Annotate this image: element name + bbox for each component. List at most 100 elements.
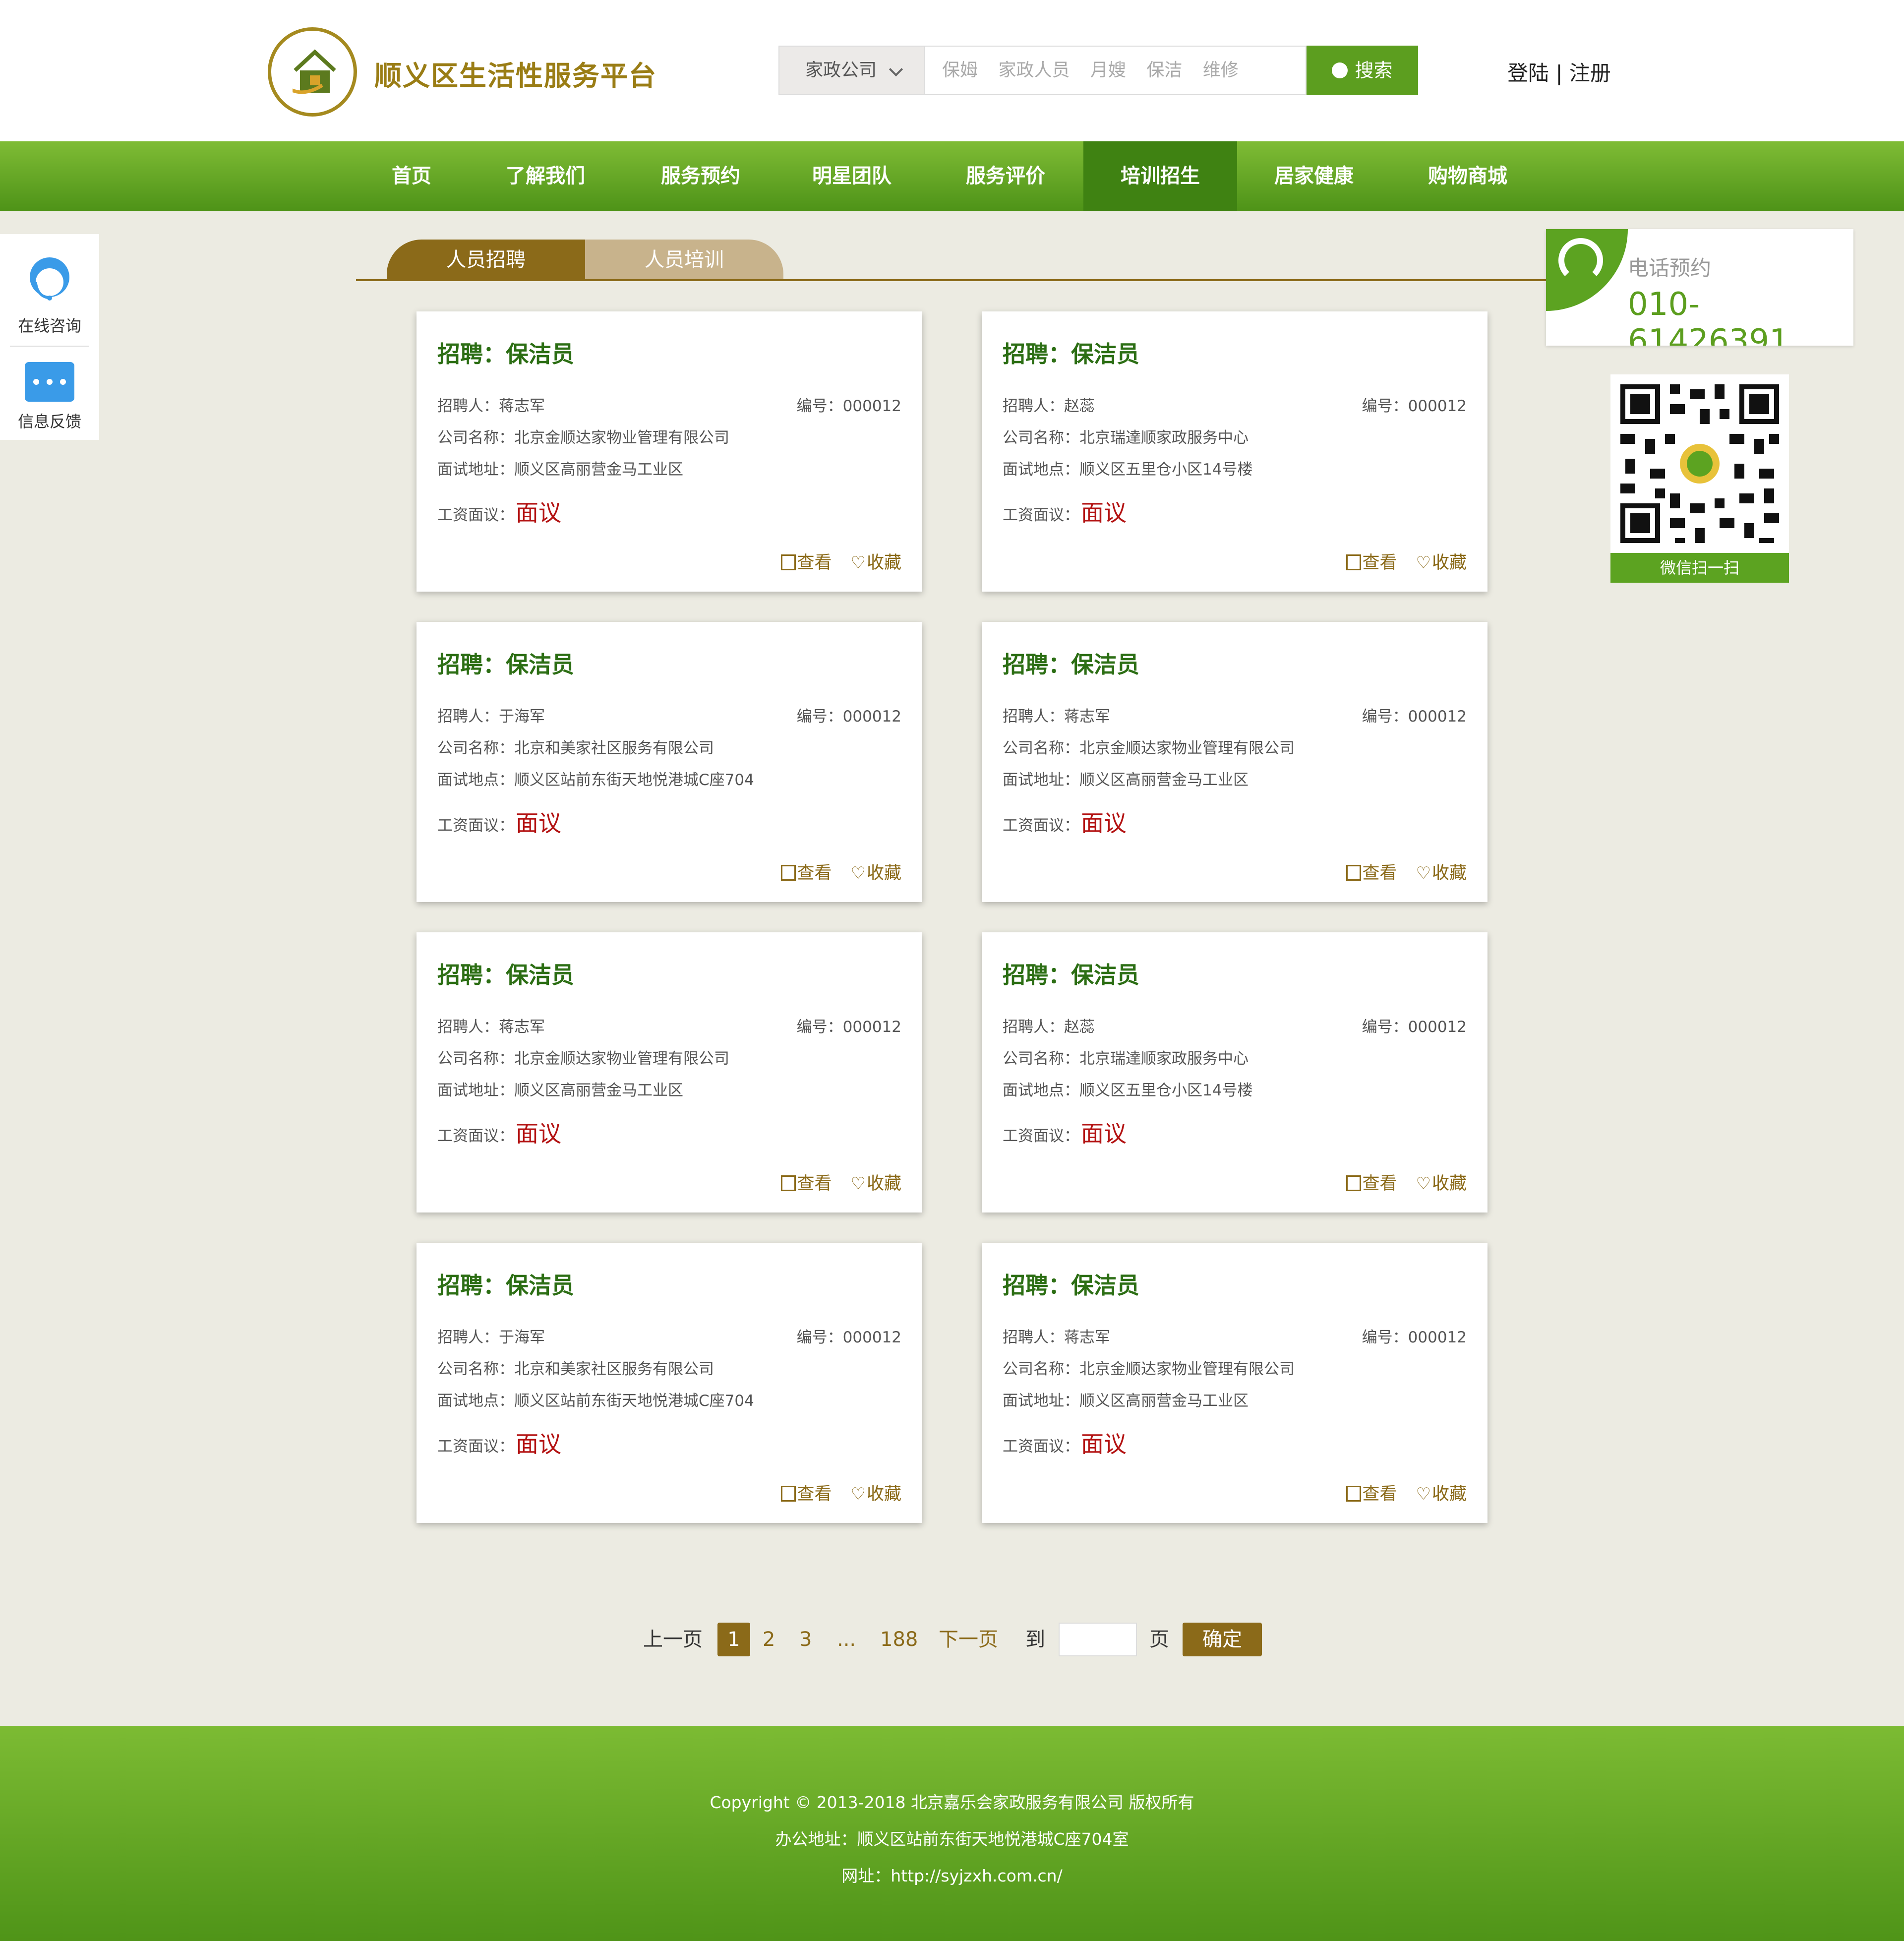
view-button[interactable]: 查看	[781, 1174, 832, 1194]
favorite-button[interactable]: ♡收藏	[851, 1174, 902, 1194]
job-card[interactable]: 招聘：保洁员 招聘人：赵蕊 编号：000012 公司名称：北京瑞達顺家政服务中心 面试地…	[982, 311, 1488, 592]
favorite-button[interactable]: ♡收藏	[851, 553, 902, 573]
job-card[interactable]: 招聘：保洁员 招聘人：于海军 编号：000012 公司名称：北京和美家社区服务有限公司…	[416, 1243, 922, 1523]
tab-training[interactable]: 人员培训	[585, 240, 783, 280]
address-row: 面试地址：顺义区高丽营金马工业区	[437, 1078, 683, 1100]
favorite-button[interactable]: ♡收藏	[1416, 1484, 1467, 1504]
address-value: 顺义区高丽营金马工业区	[1079, 1392, 1249, 1410]
search-input[interactable]: 保姆 家政人员 月嫂 保洁 维修	[925, 46, 1307, 95]
document-icon	[1346, 1486, 1362, 1502]
card-actions: 查看 ♡收藏	[1327, 548, 1467, 574]
job-title[interactable]: 招聘：保洁员	[1003, 647, 1139, 679]
favorite-button[interactable]: ♡收藏	[1416, 1174, 1467, 1194]
address-label: 面试地点：	[1003, 1082, 1079, 1099]
page-1-button[interactable]: 1	[717, 1623, 750, 1656]
qr-code-icon	[1610, 374, 1789, 553]
job-card[interactable]: 招聘：保洁员 招聘人：赵蕊 编号：000012 公司名称：北京瑞達顺家政服务中心 面试地…	[982, 932, 1488, 1213]
page-188-button[interactable]: 188	[880, 1623, 918, 1656]
prev-page-button[interactable]: 上一页	[643, 1623, 703, 1656]
page-3-button[interactable]: 3	[799, 1623, 812, 1656]
nav-item-home[interactable]: 首页	[335, 141, 488, 211]
view-button[interactable]: 查看	[781, 863, 832, 883]
number-value: 000012	[1408, 397, 1467, 415]
recruiter-label: 招聘人：	[437, 1329, 499, 1346]
job-card[interactable]: 招聘：保洁员 招聘人：于海军 编号：000012 公司名称：北京和美家社区服务有限公司…	[416, 622, 922, 902]
number-label: 编号：	[796, 397, 843, 415]
favorite-label: 收藏	[1431, 553, 1467, 573]
salary-value: 面议	[516, 1431, 561, 1457]
nav-item-training[interactable]: 培训招生	[1083, 141, 1237, 211]
login-register-link[interactable]: 登陆 | 注册	[1507, 57, 1611, 87]
favorite-button[interactable]: ♡收藏	[1416, 863, 1467, 883]
favorite-button[interactable]: ♡收藏	[851, 1484, 902, 1504]
nav-item-health[interactable]: 居家健康	[1237, 141, 1391, 211]
nav-item-shop[interactable]: 购物商城	[1391, 141, 1545, 211]
confirm-page-button[interactable]: 确定	[1183, 1623, 1262, 1656]
job-card[interactable]: 招聘：保洁员 招聘人：蒋志军 编号：000012 公司名称：北京金顺达家物业管理有限公…	[982, 622, 1488, 902]
site-logo[interactable]	[268, 27, 357, 117]
tab-recruit[interactable]: 人员招聘	[387, 240, 585, 280]
recruiter-row: 招聘人：蒋志军	[437, 1014, 545, 1036]
job-title[interactable]: 招聘：保洁员	[437, 647, 574, 679]
view-button[interactable]: 查看	[1346, 1174, 1397, 1194]
search-button-label: 搜索	[1355, 60, 1393, 81]
house-logo-icon	[293, 49, 336, 94]
nav-item-about[interactable]: 了解我们	[469, 141, 622, 211]
salary-label: 工资面议：	[1003, 1438, 1079, 1456]
company-label: 公司名称：	[1003, 1050, 1079, 1068]
favorite-label: 收藏	[866, 553, 901, 573]
view-button[interactable]: 查看	[1346, 863, 1397, 883]
view-button[interactable]: 查看	[1346, 553, 1397, 573]
recruiter-label: 招聘人：	[437, 1018, 499, 1036]
view-button[interactable]: 查看	[1346, 1484, 1397, 1504]
address-row: 面试地点：顺义区站前东街天地悦港城C座704	[437, 1388, 754, 1410]
search-category-select[interactable]: 家政公司	[778, 46, 925, 95]
favorite-button[interactable]: ♡收藏	[851, 863, 902, 883]
footer-url[interactable]: 网址：http://syjzxh.com.cn/	[0, 1863, 1904, 1886]
customer-service-icon	[30, 257, 69, 301]
page-number-input[interactable]	[1059, 1623, 1137, 1656]
recruiter-name: 蒋志军	[1064, 1329, 1110, 1346]
job-card[interactable]: 招聘：保洁员 招聘人：蒋志军 编号：000012 公司名称：北京金顺达家物业管理有限公…	[982, 1243, 1488, 1523]
recruiter-row: 招聘人：于海军	[437, 704, 545, 726]
address-row: 面试地址：顺义区高丽营金马工业区	[1003, 1388, 1249, 1410]
job-title[interactable]: 招聘：保洁员	[437, 957, 574, 990]
recruiter-name: 赵蕊	[1064, 1018, 1095, 1036]
nav-item-booking[interactable]: 服务预约	[624, 141, 777, 211]
online-consult-link[interactable]: 在线咨询	[0, 313, 99, 336]
number-label: 编号：	[1362, 1018, 1408, 1036]
number-value: 000012	[842, 397, 901, 415]
heart-icon: ♡	[1416, 1484, 1431, 1504]
salary-value: 面议	[516, 499, 561, 526]
job-card[interactable]: 招聘：保洁员 招聘人：蒋志军 编号：000012 公司名称：北京金顺达家物业管理有限公…	[416, 932, 922, 1213]
nav-item-team[interactable]: 明星团队	[775, 141, 929, 211]
favorite-button[interactable]: ♡收藏	[1416, 553, 1467, 573]
job-title[interactable]: 招聘：保洁员	[437, 1268, 574, 1300]
job-title[interactable]: 招聘：保洁员	[1003, 1268, 1139, 1300]
number-label: 编号：	[1362, 397, 1408, 415]
job-title[interactable]: 招聘：保洁员	[437, 336, 574, 369]
recruiter-row: 招聘人：蒋志军	[437, 393, 545, 416]
address-row: 面试地点：顺义区五里仓小区14号楼	[1003, 1078, 1252, 1100]
view-button[interactable]: 查看	[781, 553, 832, 573]
recruiter-name: 蒋志军	[1064, 708, 1110, 726]
job-number: 编号：000012	[1362, 1325, 1467, 1347]
nav-item-reviews[interactable]: 服务评价	[929, 141, 1082, 211]
view-button[interactable]: 查看	[781, 1484, 832, 1504]
search-button[interactable]: 搜索	[1307, 46, 1418, 95]
salary-value: 面议	[1081, 1431, 1127, 1457]
feedback-link[interactable]: 信息反馈	[0, 409, 99, 432]
recruiter-label: 招聘人：	[1003, 708, 1064, 726]
job-title[interactable]: 招聘：保洁员	[1003, 957, 1139, 990]
number-label: 编号：	[1362, 1329, 1408, 1346]
heart-icon: ♡	[1416, 553, 1431, 573]
job-title[interactable]: 招聘：保洁员	[1003, 336, 1139, 369]
address-value: 顺义区五里仓小区14号楼	[1079, 461, 1253, 479]
page-2-button[interactable]: 2	[763, 1623, 775, 1656]
next-page-button[interactable]: 下一页	[939, 1623, 998, 1656]
company-name: 北京和美家社区服务有限公司	[514, 739, 714, 757]
company-label: 公司名称：	[437, 1360, 514, 1378]
company-label: 公司名称：	[437, 429, 514, 447]
job-card[interactable]: 招聘：保洁员 招聘人：蒋志军 编号：000012 公司名称：北京金顺达家物业管理有限公…	[416, 311, 922, 592]
address-label: 面试地址：	[1003, 1392, 1079, 1410]
